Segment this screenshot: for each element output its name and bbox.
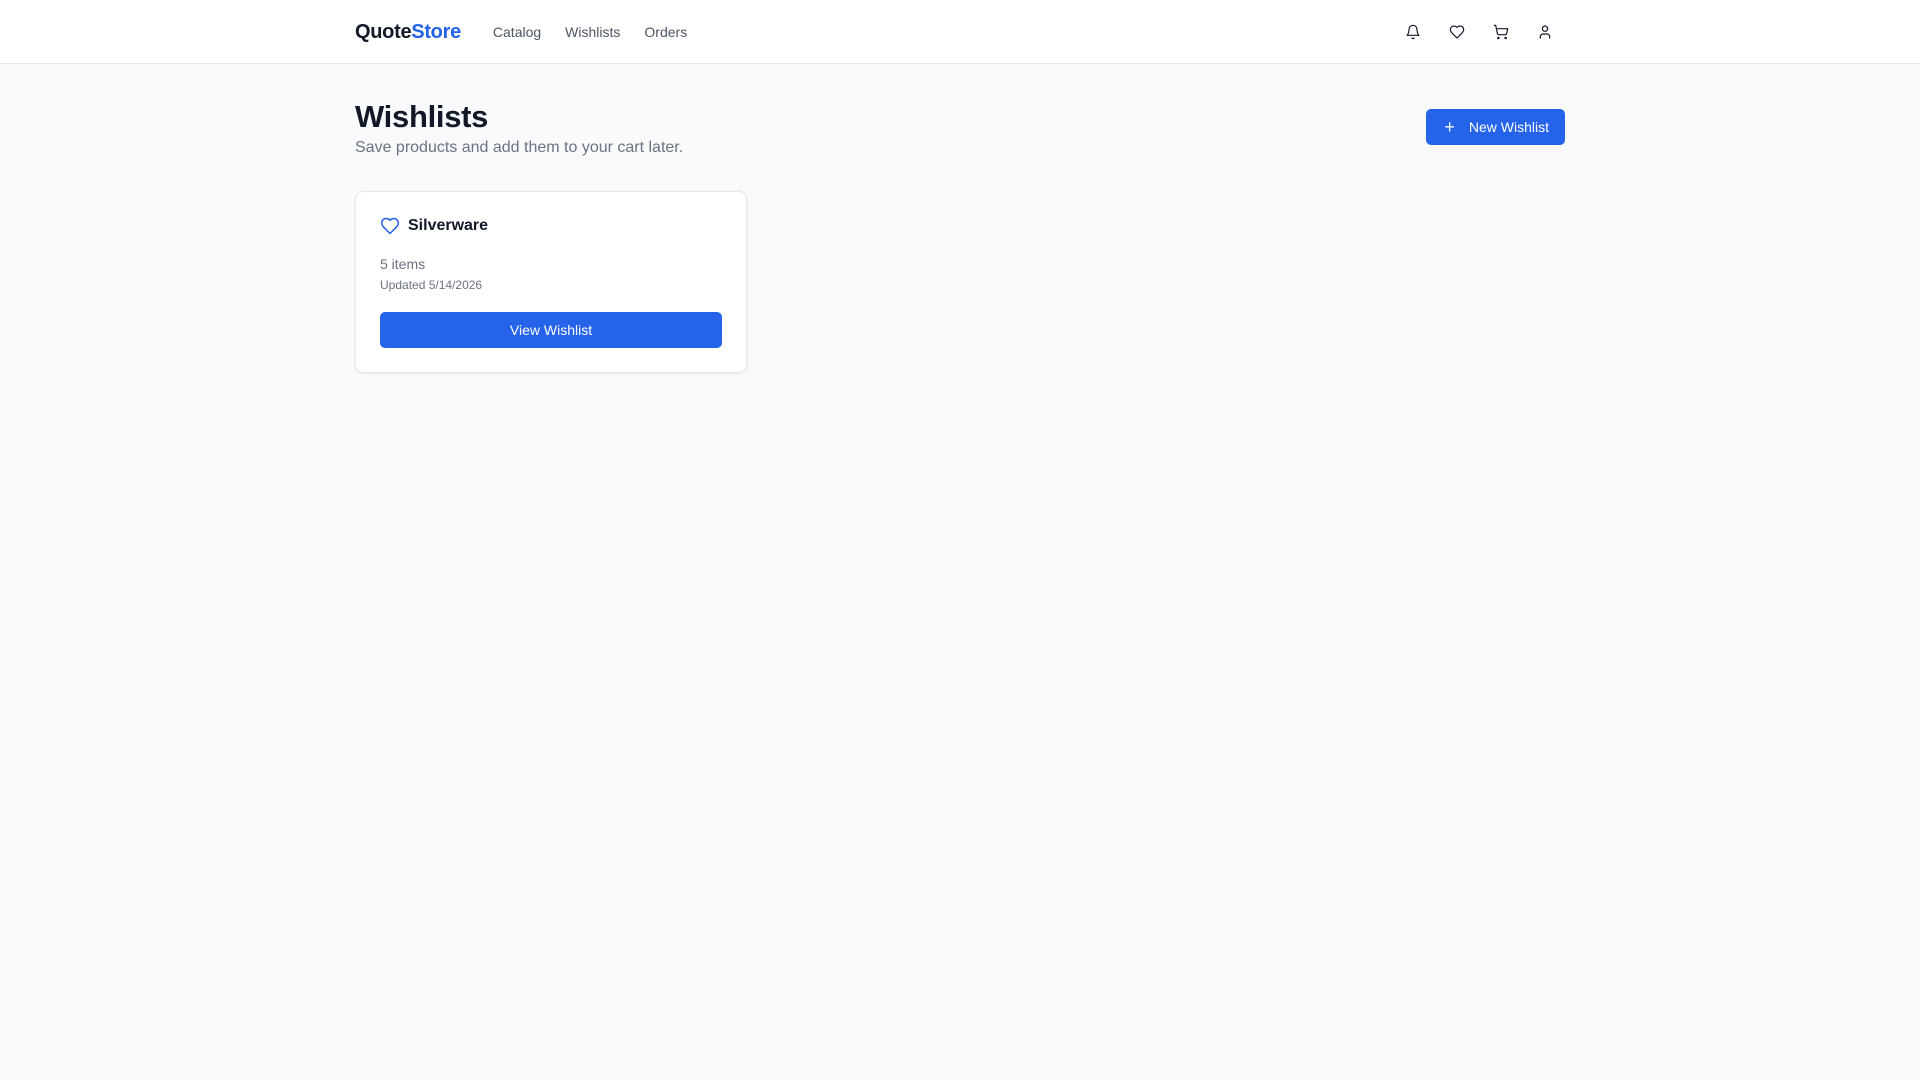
account-button[interactable]	[1533, 20, 1557, 44]
wishlist-item-count: 5 items	[380, 256, 426, 273]
plus-icon: +	[1444, 117, 1455, 137]
new-wishlist-label: New Wishlist	[1468, 119, 1549, 135]
heart-icon	[1449, 25, 1465, 39]
nav-link-catalog[interactable]: Catalog	[493, 24, 541, 40]
notifications-button[interactable]	[1401, 20, 1425, 44]
user-icon	[1539, 25, 1551, 39]
nav-link-orders[interactable]: Orders	[644, 24, 687, 40]
page-heading-group: Wishlists Save products and add them to …	[355, 98, 683, 157]
wishlist-card: Silverware 5 items Updated 5/14/2026 Vie…	[355, 191, 747, 374]
page-subtitle: Save products and add them to your cart …	[355, 139, 684, 157]
cart-button[interactable]	[1489, 20, 1513, 44]
bell-icon	[1406, 24, 1420, 40]
nav-link-wishlists[interactable]: Wishlists	[565, 24, 620, 40]
main-nav: Catalog Wishlists Orders	[493, 24, 687, 40]
brand-name-part2: Store	[411, 20, 461, 43]
page-header: Wishlists Save products and add them to …	[355, 98, 1565, 157]
header-actions	[1401, 20, 1557, 44]
new-wishlist-button[interactable]: + New Wishlist	[1426, 109, 1565, 145]
wishlist-card-header: Silverware	[380, 216, 722, 236]
main-content: Wishlists Save products and add them to …	[355, 64, 1565, 374]
wishlist-grid: Silverware 5 items Updated 5/14/2026 Vie…	[355, 191, 1565, 374]
wishlist-button[interactable]	[1445, 20, 1469, 44]
brand-name-part1: Quote	[355, 20, 412, 43]
top-navbar: Quote Store Catalog Wishlists Orders	[0, 0, 1920, 64]
wishlist-name: Silverware	[408, 217, 489, 235]
page-title: Wishlists	[355, 99, 489, 134]
wishlist-updated-date: Updated 5/14/2026	[380, 278, 483, 293]
view-wishlist-button[interactable]: View Wishlist	[380, 312, 722, 349]
brand-logo[interactable]: Quote Store	[355, 21, 461, 44]
heart-icon	[380, 217, 400, 235]
cart-icon	[1493, 24, 1509, 40]
